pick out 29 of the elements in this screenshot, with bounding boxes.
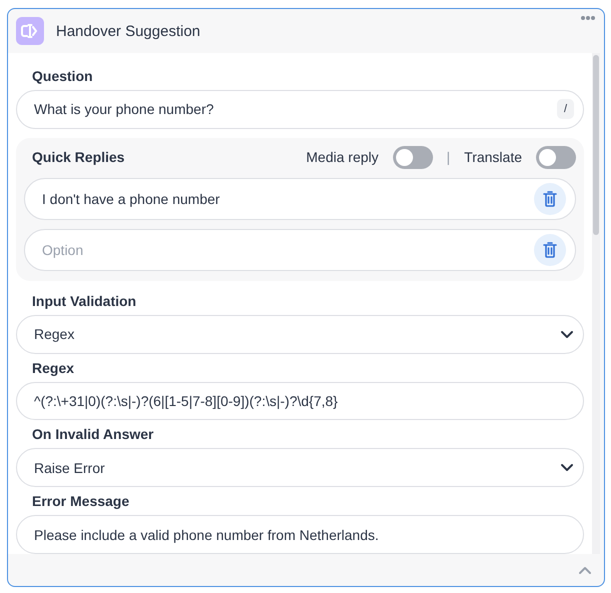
trash-icon xyxy=(543,190,557,207)
logo-icon xyxy=(16,17,44,45)
question-field[interactable]: What is your phone number? / xyxy=(16,90,584,129)
select-field[interactable]: Raise Error xyxy=(16,448,584,488)
input-field[interactable]: ^(?:\+31|0)(?:\s|-)?(6|[1-5|7-8][0-9])(?:\s|-)?\d{7,8} xyxy=(16,382,584,420)
card-title: Handover Suggestion xyxy=(56,22,200,40)
delete-button[interactable] xyxy=(534,182,566,215)
field-label: Error Message xyxy=(31,492,130,512)
shortcut-key: / xyxy=(556,99,574,120)
separator: | xyxy=(446,149,450,166)
select-field[interactable]: Regex xyxy=(16,314,584,354)
toggle-switch[interactable] xyxy=(392,146,433,169)
scrollbar[interactable] xyxy=(592,53,600,554)
toggle-label: Translate xyxy=(464,149,522,166)
field-label: Input Validation xyxy=(31,292,138,311)
toggle-label: Media reply xyxy=(306,149,379,166)
trash-icon xyxy=(543,242,557,258)
chevron-down-icon[interactable] xyxy=(560,330,574,339)
input-field[interactable]: Please include a valid phone number from Netherlands. xyxy=(16,515,584,554)
chevron-down-icon[interactable] xyxy=(560,463,574,472)
field-label: Regex xyxy=(31,358,76,378)
more-icon[interactable] xyxy=(580,15,596,21)
field-label: Question xyxy=(31,67,94,86)
section-label: Quick Replies xyxy=(31,149,126,166)
collapse-icon[interactable] xyxy=(578,566,592,574)
toggle-switch[interactable] xyxy=(536,146,576,169)
delete-button[interactable] xyxy=(534,234,566,266)
reply-option-field[interactable]: I don't have a phone number xyxy=(24,178,576,220)
field-label: On Invalid Answer xyxy=(31,425,155,444)
